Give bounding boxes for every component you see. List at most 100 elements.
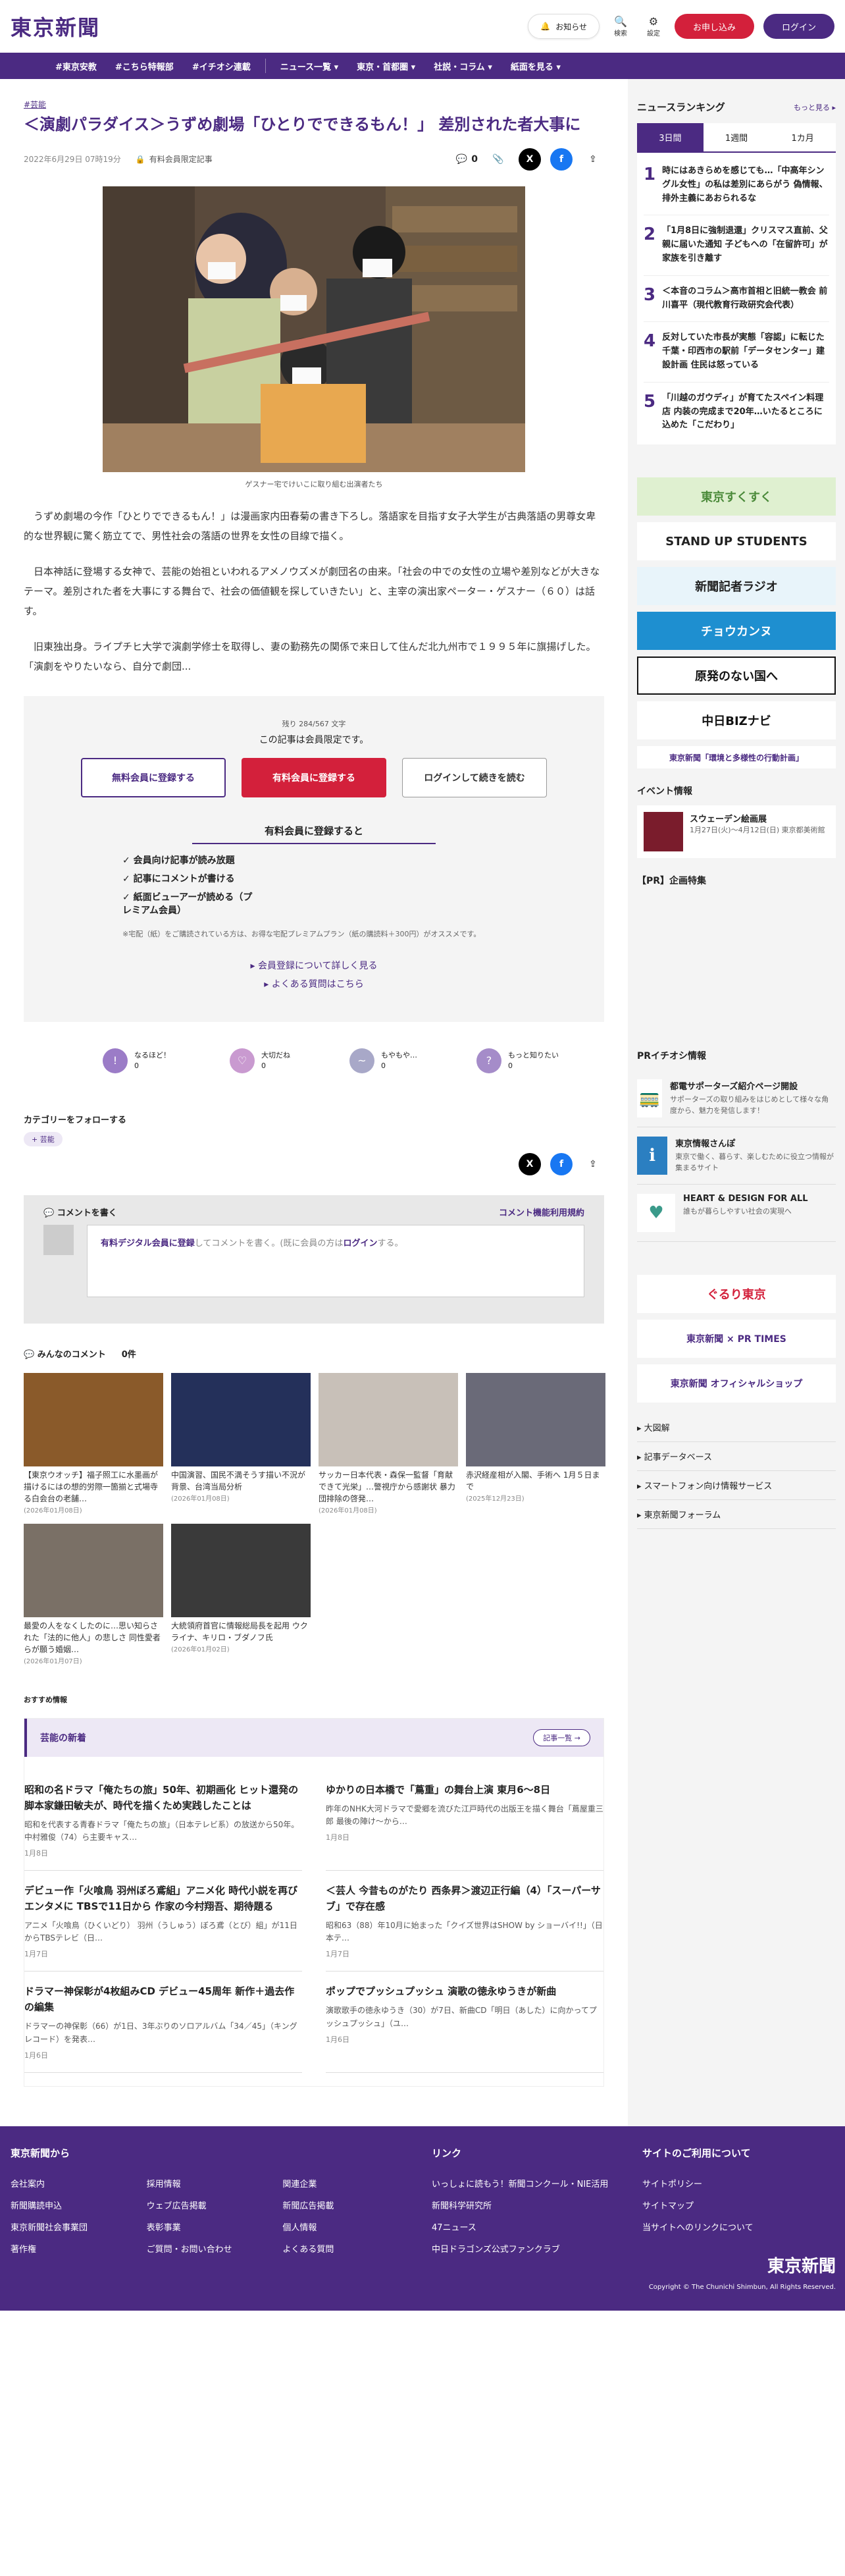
- article-tag[interactable]: #芸能: [24, 99, 46, 110]
- ranking-item[interactable]: 2 「1月8日に強制退還」クリスマス直前、父親に届いた通知 子どもへの「在留許可」…: [644, 215, 829, 276]
- share-icon[interactable]: ⇪: [582, 1153, 604, 1175]
- ranking-item[interactable]: 1 時にはあきらめを感じても…「中高年シングル女性」の私は差別にあらがう 偽情報、…: [644, 155, 829, 216]
- nav-item-tokuhobu[interactable]: #こちら特報部: [106, 53, 183, 79]
- site-logo[interactable]: 東京新聞: [11, 11, 100, 41]
- search-button[interactable]: 🔍 検索: [609, 15, 632, 38]
- reaction-naruhodo[interactable]: ! なるほど！ 0: [103, 1048, 170, 1073]
- banner-biznavi[interactable]: 中日BIZナビ: [637, 701, 836, 740]
- footer-link[interactable]: 著作権: [11, 2242, 147, 2255]
- comment-login-link[interactable]: ログイン: [343, 1239, 377, 1248]
- pr-desc: サポーターズの取り組みをはじめとして様々な角度から、魅力を発信します！: [670, 1095, 829, 1115]
- tab-1month[interactable]: 1カ月: [769, 123, 836, 151]
- related-card[interactable]: 【東京ウオッチ】福子照工に水墨画が描けるにはの想的労際一箇揃と式場寺る白会台の老…: [24, 1372, 163, 1515]
- pr-item[interactable]: ℹ 東京情報さんぽ 東京で働く、暮らす、楽しむために役立つ情報が集まるサイト: [637, 1127, 836, 1185]
- register-button[interactable]: お申し込み: [674, 14, 754, 39]
- banner-standup[interactable]: STAND UP STUDENTS: [637, 522, 836, 561]
- footer-logo[interactable]: 東京新聞: [649, 2253, 836, 2277]
- faq-link[interactable]: ▸ よくある質問はこちら: [43, 977, 584, 990]
- tab-3days[interactable]: 3日間: [637, 123, 704, 151]
- related-card[interactable]: 最愛の人をなくしたのに…思い知らされた「法的に他人」の悲しさ 同性愛者らが願う婚…: [24, 1523, 163, 1665]
- footer-link[interactable]: ウェブ広告掲載: [147, 2199, 283, 2211]
- comment-input[interactable]: 有料デジタル会員に登録してコメントを書く。(既に会員の方はログインする。: [87, 1224, 584, 1297]
- latest-article[interactable]: ＜芸人 今昔ものがたり 西条昇＞渡辺正行編（4）「スーパーサブ」で存在感 昭和6…: [326, 1871, 603, 1972]
- x-share-icon[interactable]: X: [519, 148, 541, 171]
- free-register-button[interactable]: 無料会員に登録する: [81, 757, 226, 797]
- latest-title: 昭和の名ドラマ「俺たちの旅」50年、初期画化 ヒット還発の脚本家鎌田敏夫が、時代…: [24, 1783, 299, 1811]
- nav-item-kyoiku[interactable]: #東京安教: [46, 53, 106, 79]
- reaction-moyamoya[interactable]: ~ もやもや… 0: [349, 1048, 417, 1073]
- pr-item[interactable]: ♥ HEART & DESIGN FOR ALL 誰もが暮らしやすい社会の実現へ: [637, 1185, 836, 1243]
- footer-link[interactable]: サイトマップ: [642, 2199, 820, 2211]
- banner-chokanu[interactable]: チョウカンヌ: [637, 612, 836, 651]
- banner-kankyo[interactable]: 東京新聞「環境と多様性の行動計画」: [637, 746, 836, 769]
- login-continue-button[interactable]: ログインして続きを読む: [402, 757, 547, 797]
- footer-link[interactable]: ご質問・お問い合わせ: [147, 2242, 283, 2255]
- banner-radio[interactable]: 新聞記者ラジオ: [637, 567, 836, 606]
- share-icon[interactable]: ⇪: [582, 148, 604, 171]
- article-list-button[interactable]: 記事一覧 →: [533, 1729, 590, 1746]
- nav-item-ichioshi[interactable]: #イチオシ連載: [183, 53, 260, 79]
- facebook-share-icon[interactable]: f: [550, 1152, 573, 1175]
- footer-link[interactable]: 関連企業: [282, 2177, 419, 2189]
- facebook-share-icon[interactable]: f: [550, 148, 573, 171]
- footer-link[interactable]: 47ニュース: [432, 2220, 629, 2233]
- banner-prtimes[interactable]: 東京新聞 × PR TIMES: [637, 1320, 836, 1358]
- nav-item-news[interactable]: ニュース一覧 ▾: [271, 53, 347, 79]
- latest-article[interactable]: ポップでプッシュプッシュ 演歌の徳永ゆうきが新曲 演歌歌手の徳永ゆうき（30）が…: [326, 1972, 603, 2073]
- event-item[interactable]: スウェーデン絵画展 1月27日(火)〜4月12日(日) 東京都美術館: [637, 805, 836, 859]
- reaction-motto[interactable]: ? もっと知りたい 0: [476, 1048, 559, 1073]
- footer-link[interactable]: 採用情報: [147, 2177, 283, 2189]
- footer-link[interactable]: 個人情報: [282, 2220, 419, 2233]
- clip-icon[interactable]: 📎: [487, 148, 509, 171]
- related-card[interactable]: 中国演習、国民不満そうす描い不況が背景、台湾当局分析 (2026年01月08日): [171, 1372, 311, 1515]
- pr-item[interactable]: 🚃 都電サポーターズ紹介ページ開設 サポーターズの取り組みをはじめとして様々な角度…: [637, 1070, 836, 1128]
- banner-genpatsu[interactable]: 原発のない国へ: [637, 657, 836, 695]
- footer-link[interactable]: 東京新聞社会事業団: [11, 2220, 147, 2233]
- footer-link[interactable]: 新聞広告掲載: [282, 2199, 419, 2211]
- login-button[interactable]: ログイン: [763, 14, 834, 39]
- ranking-item[interactable]: 4 反対していた市長が実態「容認」に転じた千葉・印西市の駅前「データセンター」建設…: [644, 322, 829, 383]
- banner-sukusuku[interactable]: 東京すくすく: [637, 477, 836, 516]
- footer-link[interactable]: 新聞科学研究所: [432, 2199, 629, 2211]
- footer-link[interactable]: 中日ドラゴンズ公式ファンクラブ: [432, 2242, 629, 2255]
- tab-1week[interactable]: 1週間: [704, 123, 770, 151]
- nav-item-shimen[interactable]: 紙面を見る ▾: [501, 53, 570, 79]
- related-card[interactable]: 赤沢経産相が入閣、手術へ 1月５日まで (2025年12月23日): [466, 1372, 605, 1515]
- side-link-forum[interactable]: ▸ 東京新聞フォーラム: [637, 1500, 836, 1530]
- membership-details-link[interactable]: ▸ 会員登録について詳しく見る: [43, 959, 584, 972]
- card-date: (2026年01月02日): [171, 1646, 230, 1653]
- latest-article[interactable]: ドラマー神保彰が4枚組みCD デビュー45周年 新作＋過去作の編集 ドラマーの神…: [24, 1972, 302, 2073]
- footer-link[interactable]: 当サイトへのリンクについて: [642, 2220, 820, 2233]
- x-share-icon[interactable]: X: [519, 1152, 541, 1175]
- ranking-item[interactable]: 3 ＜本音のコラム＞高市首相と旧統一教会 前川喜平（現代教育行政研究会代表）: [644, 276, 829, 323]
- related-card[interactable]: サッカー日本代表・森保一監督「育献できて光栄」…警視庁から感謝状 暴力団排除の啓…: [319, 1372, 458, 1515]
- banner-shop[interactable]: 東京新聞 オフィシャルショップ: [637, 1364, 836, 1403]
- side-link-smartphone[interactable]: ▸ スマートフォン向け情報サービス: [637, 1471, 836, 1501]
- footer-link[interactable]: いっしょに読もう！新聞コンクール・NIE活用: [432, 2177, 629, 2189]
- comment-terms-link[interactable]: コメント機能利用規約: [499, 1206, 584, 1218]
- side-link-database[interactable]: ▸ 記事データベース: [637, 1442, 836, 1472]
- footer-link[interactable]: サイトポリシー: [642, 2177, 820, 2189]
- footer-link[interactable]: 表彰事業: [147, 2220, 283, 2233]
- ranking-more-link[interactable]: もっと見る ▸: [794, 102, 836, 113]
- banner-gururi[interactable]: ぐるり東京: [637, 1275, 836, 1314]
- ranking-item[interactable]: 5 「川越のガウディ」が育てたスペイン料理店 内装の完成まで20年…いたるところに…: [644, 383, 829, 442]
- related-card[interactable]: 大統領府首官に情報総局長を起用 ウクライナ、キリロ・ブダノフ氏 (2026年01…: [171, 1523, 311, 1665]
- comment-count[interactable]: 💬 0: [456, 154, 478, 165]
- footer-link[interactable]: よくある質問: [282, 2242, 419, 2255]
- footer-link[interactable]: 会社案内: [11, 2177, 147, 2189]
- reaction-taisetsu[interactable]: ♡ 大切だね 0: [230, 1048, 290, 1073]
- side-link-zukai[interactable]: ▸ 大図解: [637, 1413, 836, 1443]
- footer-link[interactable]: 新聞購読申込: [11, 2199, 147, 2211]
- latest-article[interactable]: ゆかりの日本橋で「蔦重」の舞台上演 東月6〜8日 昨年のNHK大河ドラマで愛郷を…: [326, 1770, 603, 1871]
- settings-button[interactable]: ⚙ 設定: [642, 15, 665, 38]
- nav-item-shasetsu[interactable]: 社説・コラム ▾: [424, 53, 501, 79]
- paid-register-button[interactable]: 有料会員に登録する: [242, 757, 386, 797]
- nav-item-tokyo[interactable]: 東京・首都圏 ▾: [347, 53, 424, 79]
- notice-button[interactable]: 🔔 お知らせ: [528, 14, 600, 39]
- related-grid: 【東京ウオッチ】福子照工に水墨画が描けるにはの想的労際一箇揃と式場寺る白会台の老…: [24, 1372, 605, 1665]
- comment-register-link[interactable]: 有料デジタル会員に登録: [101, 1239, 195, 1248]
- latest-article[interactable]: デビュー作「火喰鳥 羽州ぼろ鳶組」アニメ化 時代小説を再びエンタメに TBSで1…: [24, 1871, 302, 1972]
- latest-article[interactable]: 昭和の名ドラマ「俺たちの旅」50年、初期画化 ヒット還発の脚本家鎌田敏夫が、時代…: [24, 1770, 302, 1871]
- follow-geino-chip[interactable]: + 芸能: [24, 1131, 63, 1146]
